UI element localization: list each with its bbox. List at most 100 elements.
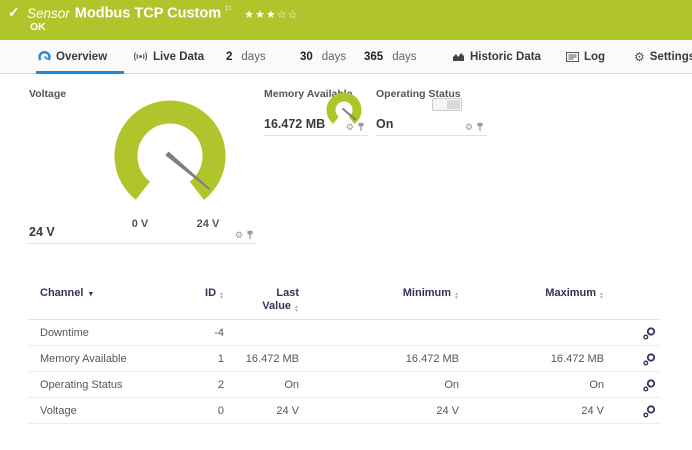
pin-icon[interactable] bbox=[357, 122, 365, 132]
tab-overview-label: Overview bbox=[56, 51, 107, 63]
maximum-header-label: Maximum bbox=[545, 287, 596, 299]
voltage-panel-title: Voltage bbox=[29, 88, 66, 100]
channels-table: Channel▼ ID▲▼ LastValue▲▼ Minimum▲▼ Maxi… bbox=[28, 283, 660, 424]
channel-last-value: On bbox=[228, 372, 303, 398]
table-row: Downtime -4 bbox=[28, 320, 660, 346]
column-header-maximum[interactable]: Maximum▲▼ bbox=[463, 283, 608, 320]
voltage-gauge-panel: Voltage 0 V 24 V 24 V ⚙ bbox=[28, 82, 257, 244]
status-badge: OK bbox=[30, 21, 46, 33]
operating-value: On bbox=[376, 117, 393, 131]
tab-log[interactable]: Log bbox=[566, 40, 605, 73]
object-kind-label: Sensor bbox=[27, 6, 70, 21]
pin-icon[interactable] bbox=[476, 122, 484, 132]
table-row: Voltage 0 24 V 24 V 24 V bbox=[28, 398, 660, 424]
column-header-actions bbox=[608, 283, 660, 320]
gear-icon[interactable]: ⚙ bbox=[465, 123, 473, 132]
channel-header-label: Channel bbox=[40, 287, 83, 299]
channel-name: Operating Status bbox=[28, 372, 163, 398]
memory-available-panel: Memory Available 16.472 MB ⚙ bbox=[263, 82, 368, 136]
tab-30-days-number: 30 bbox=[300, 51, 313, 63]
gear-icon[interactable]: ⚙ bbox=[235, 231, 243, 240]
memory-value: 16.472 MB bbox=[264, 117, 325, 131]
broadcast-icon bbox=[133, 51, 148, 62]
column-header-last-value[interactable]: LastValue▲▼ bbox=[228, 283, 303, 320]
channel-id: -4 bbox=[163, 320, 228, 346]
channel-name: Downtime bbox=[28, 320, 163, 346]
table-row: Operating Status 2 On On On bbox=[28, 372, 660, 398]
channel-name: Memory Available bbox=[28, 346, 163, 372]
id-header-label: ID bbox=[205, 287, 216, 299]
tab-2-days[interactable]: 2 days bbox=[226, 40, 266, 73]
status-ok-check-icon: ✓ bbox=[8, 4, 20, 21]
tab-365-days-label: days bbox=[392, 51, 416, 63]
channel-maximum: On bbox=[463, 372, 608, 398]
toggle-switch-icon bbox=[432, 98, 462, 111]
priority-stars[interactable]: ★★★☆☆ bbox=[244, 9, 298, 21]
tab-2-days-label: days bbox=[241, 51, 265, 63]
gauge-scale-min: 0 V bbox=[120, 218, 160, 230]
tab-live-data-label: Live Data bbox=[153, 51, 204, 63]
sort-icon: ▲▼ bbox=[219, 292, 224, 300]
tab-overview[interactable]: Overview bbox=[38, 40, 107, 73]
last-value-header-line1: Last bbox=[232, 287, 299, 300]
column-header-id[interactable]: ID▲▼ bbox=[163, 283, 228, 320]
channel-minimum: 16.472 MB bbox=[303, 346, 463, 372]
tab-bar: Overview Live Data 2days 30days 365days … bbox=[0, 40, 692, 74]
channel-settings-icon[interactable] bbox=[642, 352, 656, 366]
channel-settings-cell bbox=[608, 346, 660, 372]
minimum-header-label: Minimum bbox=[403, 287, 451, 299]
status-header: ✓ Sensor Modbus TCP Custom⚐ ★★★☆☆ OK bbox=[0, 0, 692, 40]
sort-desc-icon: ▼ bbox=[87, 291, 94, 298]
channel-id: 0 bbox=[163, 398, 228, 424]
channel-minimum: On bbox=[303, 372, 463, 398]
channel-last-value: 24 V bbox=[228, 398, 303, 424]
tab-30-days-label: days bbox=[322, 51, 346, 63]
sensor-overview-page: ✓ Sensor Modbus TCP Custom⚐ ★★★☆☆ OK Overv… bbox=[0, 0, 692, 450]
sensor-title-line: Sensor Modbus TCP Custom⚐ ★★★☆☆ bbox=[27, 4, 299, 22]
gear-icon[interactable]: ⚙ bbox=[346, 123, 354, 132]
channel-settings-icon[interactable] bbox=[642, 326, 656, 340]
tab-log-label: Log bbox=[584, 51, 605, 63]
channel-name: Voltage bbox=[28, 398, 163, 424]
log-list-icon bbox=[566, 52, 579, 62]
page-title: Modbus TCP Custom bbox=[75, 6, 221, 22]
channel-maximum: 24 V bbox=[463, 398, 608, 424]
sort-icon: ▲▼ bbox=[454, 292, 459, 300]
tab-historic-data[interactable]: Historic Data bbox=[452, 40, 541, 73]
channel-id: 2 bbox=[163, 372, 228, 398]
active-tab-indicator bbox=[36, 71, 124, 74]
gauge-scale-max: 24 V bbox=[188, 218, 228, 230]
tab-365-days-number: 365 bbox=[364, 51, 383, 63]
channel-settings-cell bbox=[608, 398, 660, 424]
table-row: Memory Available 1 16.472 MB 16.472 MB 1… bbox=[28, 346, 660, 372]
channel-settings-icon[interactable] bbox=[642, 404, 656, 418]
tab-settings[interactable]: ⚙ Settings bbox=[634, 40, 692, 73]
channel-maximum bbox=[463, 320, 608, 346]
tab-settings-label: Settings bbox=[650, 51, 692, 63]
gear-icon: ⚙ bbox=[634, 51, 645, 63]
stars-empty: ☆☆ bbox=[277, 9, 299, 21]
stars-filled: ★★★ bbox=[244, 9, 277, 21]
channel-last-value bbox=[228, 320, 303, 346]
gauge-icon bbox=[38, 50, 51, 63]
column-header-minimum[interactable]: Minimum▲▼ bbox=[303, 283, 463, 320]
area-chart-icon bbox=[452, 51, 465, 62]
channel-maximum: 16.472 MB bbox=[463, 346, 608, 372]
sort-icon: ▲▼ bbox=[294, 305, 299, 313]
pin-icon[interactable] bbox=[246, 230, 254, 240]
tab-live-data[interactable]: Live Data bbox=[133, 40, 204, 73]
last-value-header-line2: Value bbox=[262, 300, 291, 312]
tab-30-days[interactable]: 30 days bbox=[300, 40, 346, 73]
tab-2-days-number: 2 bbox=[226, 51, 232, 63]
channel-settings-icon[interactable] bbox=[642, 378, 656, 392]
voltage-value: 24 V bbox=[29, 225, 55, 239]
switch-knob bbox=[447, 100, 460, 109]
channel-minimum: 24 V bbox=[303, 398, 463, 424]
column-header-channel[interactable]: Channel ▼ bbox=[28, 283, 163, 320]
tab-365-days[interactable]: 365 days bbox=[364, 40, 416, 73]
flag-icon[interactable]: ⚐ bbox=[224, 4, 232, 14]
sort-icon: ▲▼ bbox=[599, 292, 604, 300]
channel-id: 1 bbox=[163, 346, 228, 372]
operating-status-panel: Operating Status On ⚙ bbox=[375, 82, 487, 136]
channel-minimum bbox=[303, 320, 463, 346]
